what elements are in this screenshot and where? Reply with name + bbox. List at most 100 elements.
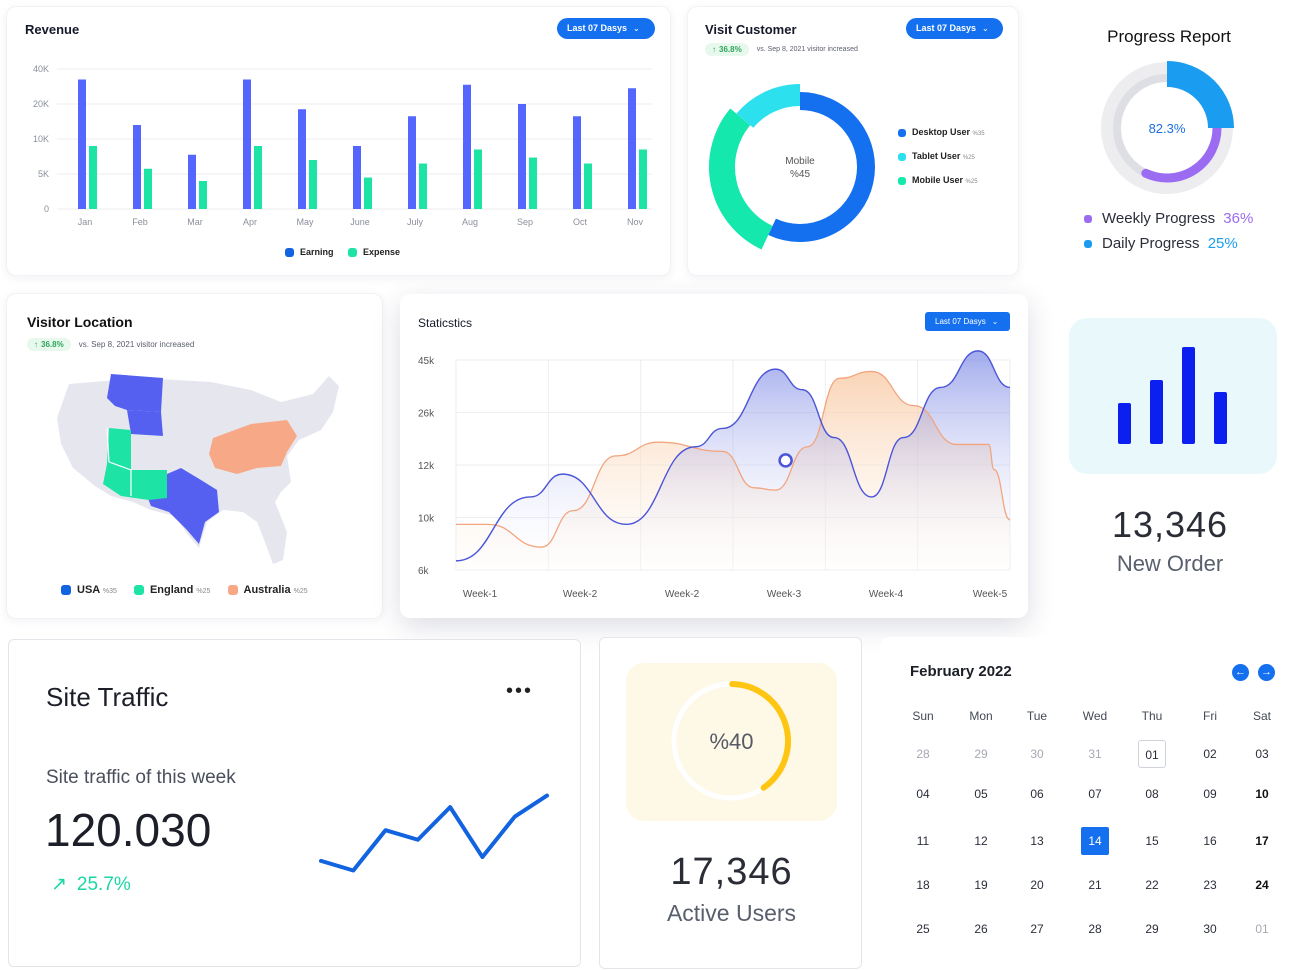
calendar-day[interactable]: 19 bbox=[967, 871, 995, 899]
stats-ytick: 45k bbox=[418, 356, 435, 367]
new-order-card: 13,346 New Order bbox=[1066, 318, 1278, 608]
arrow-up-icon: ↑ bbox=[34, 340, 38, 349]
calendar-day[interactable]: 30 bbox=[1023, 740, 1051, 768]
stats-xtick: Week-2 bbox=[563, 589, 598, 600]
calendar-day[interactable]: 01 bbox=[1138, 740, 1166, 768]
new-order-bar bbox=[1150, 380, 1163, 444]
revenue-xtick: Sep bbox=[517, 217, 533, 227]
visit-customer-title: Visit Customer bbox=[705, 22, 797, 37]
donut-center-value: %45 bbox=[790, 169, 810, 180]
calendar-day[interactable]: 11 bbox=[909, 827, 937, 855]
calendar-day[interactable]: 14 bbox=[1081, 827, 1109, 855]
legend-tablet-label: Tablet User bbox=[912, 151, 961, 161]
calendar-day[interactable]: 04 bbox=[909, 780, 937, 808]
calendar-day[interactable]: 05 bbox=[967, 780, 995, 808]
calendar-day[interactable]: 21 bbox=[1081, 871, 1109, 899]
weekly-value: 36% bbox=[1223, 210, 1254, 227]
legend-usa-value: %35 bbox=[102, 588, 117, 595]
arrow-up-icon: ↑ bbox=[712, 45, 716, 54]
stats-xtick: Week-5 bbox=[973, 589, 1008, 600]
stats-xtick: Week-3 bbox=[767, 589, 802, 600]
revenue-bar-earning bbox=[573, 116, 581, 209]
calendar-day[interactable]: 26 bbox=[967, 915, 995, 943]
calendar-day[interactable]: 16 bbox=[1196, 827, 1224, 855]
calendar-day[interactable]: 24 bbox=[1248, 871, 1276, 899]
weekly-label: Weekly Progress bbox=[1102, 210, 1216, 227]
calendar-day[interactable]: 25 bbox=[909, 915, 937, 943]
calendar-day[interactable]: 29 bbox=[967, 740, 995, 768]
revenue-bar-earning bbox=[518, 104, 526, 209]
calendar-day[interactable]: 01 bbox=[1248, 915, 1276, 943]
visit-growth-row: ↑ 36.8% vs. Sep 8, 2021 visitor increased bbox=[705, 43, 858, 56]
legend-desktop-label: Desktop User bbox=[912, 127, 971, 137]
revenue-bar-earning bbox=[463, 84, 471, 209]
calendar-day[interactable]: 10 bbox=[1248, 780, 1276, 808]
calendar-day[interactable]: 13 bbox=[1023, 827, 1051, 855]
legend-daily: Daily Progress 25% bbox=[1084, 235, 1253, 252]
calendar-day[interactable]: 18 bbox=[909, 871, 937, 899]
visit-period-dropdown[interactable]: Last 07 Dasys ⌄ bbox=[906, 18, 1003, 39]
revenue-bar-expense bbox=[639, 149, 647, 209]
calendar-day[interactable]: 02 bbox=[1196, 740, 1224, 768]
stats-marker-point[interactable] bbox=[778, 453, 793, 468]
revenue-bar-expense bbox=[89, 146, 97, 209]
calendar-day[interactable]: 22 bbox=[1138, 871, 1166, 899]
visitor-location-card: Visitor Location ↑ 36.8% vs. Sep 8, 2021 … bbox=[6, 293, 383, 619]
revenue-legend: Earning Expense bbox=[285, 247, 401, 258]
arrow-up-right-icon: ↗ bbox=[51, 874, 67, 895]
statistics-area-chart: 45k 26k 12k 10k 6k Week-1 Week-2 Week-2 Week-3 We… bbox=[418, 350, 1011, 600]
calendar-day[interactable]: 07 bbox=[1081, 780, 1109, 808]
revenue-bar-earning bbox=[243, 79, 251, 209]
revenue-bar-expense bbox=[584, 163, 592, 209]
site-traffic-growth-value: 25.7% bbox=[76, 873, 131, 895]
visit-donut-chart: Mobile %45 bbox=[709, 84, 875, 250]
stats-xtick: Week-2 bbox=[665, 589, 700, 600]
revenue-xtick: Mar bbox=[187, 217, 203, 227]
donut-segment-tablet bbox=[736, 84, 801, 129]
calendar-day[interactable]: 28 bbox=[1081, 915, 1109, 943]
revenue-bar-expense bbox=[364, 177, 372, 209]
site-traffic-line bbox=[319, 793, 549, 873]
calendar-day[interactable]: 29 bbox=[1138, 915, 1166, 943]
calendar-day[interactable]: 12 bbox=[967, 827, 995, 855]
calendar-day[interactable]: 27 bbox=[1023, 915, 1051, 943]
revenue-bar-expense bbox=[199, 181, 207, 209]
revenue-xtick: Nov bbox=[627, 217, 644, 227]
revenue-ytick: 40K bbox=[33, 64, 49, 74]
revenue-period-dropdown[interactable]: Last 07 Dasys ⌄ bbox=[557, 18, 655, 39]
more-options-icon[interactable]: ••• bbox=[506, 680, 533, 703]
growth-value: 36.8% bbox=[719, 45, 742, 54]
calendar-day[interactable]: 03 bbox=[1248, 740, 1276, 768]
site-traffic-value: 120.030 bbox=[45, 804, 212, 856]
weekday-label: Fri bbox=[1203, 709, 1217, 723]
visit-legend: Desktop User %35 Tablet User %25 Mobile … bbox=[898, 127, 985, 185]
new-order-chart-panel bbox=[1069, 318, 1277, 474]
stats-ytick: 12k bbox=[418, 461, 435, 472]
calendar-day[interactable]: 08 bbox=[1138, 780, 1166, 808]
site-traffic-subtitle: Site traffic of this week bbox=[46, 767, 236, 788]
revenue-ytick: 5K bbox=[38, 169, 49, 179]
legend-earning: Earning bbox=[285, 247, 334, 258]
legend-expense-label: Expense bbox=[363, 247, 401, 257]
calendar-day[interactable]: 15 bbox=[1138, 827, 1166, 855]
active-users-label: Active Users bbox=[666, 900, 797, 926]
calendar-day[interactable]: 30 bbox=[1196, 915, 1224, 943]
calendar-day[interactable]: 17 bbox=[1248, 827, 1276, 855]
legend-australia: Australia %25 bbox=[227, 584, 308, 596]
active-users-gauge-panel: %40 bbox=[626, 663, 837, 821]
revenue-ytick: 10K bbox=[33, 134, 49, 144]
revenue-card: Revenue Last 07 Dasys ⌄ 40K 20K 10K 5K 0 Jan F… bbox=[6, 6, 671, 276]
calendar-day[interactable]: 23 bbox=[1196, 871, 1224, 899]
stats-xtick: Week-1 bbox=[463, 589, 498, 600]
calendar-day[interactable]: 09 bbox=[1196, 780, 1224, 808]
site-traffic-growth: ↗ 25.7% bbox=[51, 873, 131, 896]
calendar-day[interactable]: 06 bbox=[1023, 780, 1051, 808]
calendar-day[interactable]: 20 bbox=[1023, 871, 1051, 899]
weekday-label: Thu bbox=[1141, 709, 1163, 723]
revenue-bar-earning bbox=[298, 109, 306, 209]
calendar-day[interactable]: 28 bbox=[909, 740, 937, 768]
legend-australia-value: %25 bbox=[293, 588, 308, 595]
site-traffic-line-chart bbox=[319, 793, 549, 873]
location-legend: USA %35 England %25 Australia %25 bbox=[61, 584, 308, 596]
calendar-day[interactable]: 31 bbox=[1081, 740, 1109, 768]
